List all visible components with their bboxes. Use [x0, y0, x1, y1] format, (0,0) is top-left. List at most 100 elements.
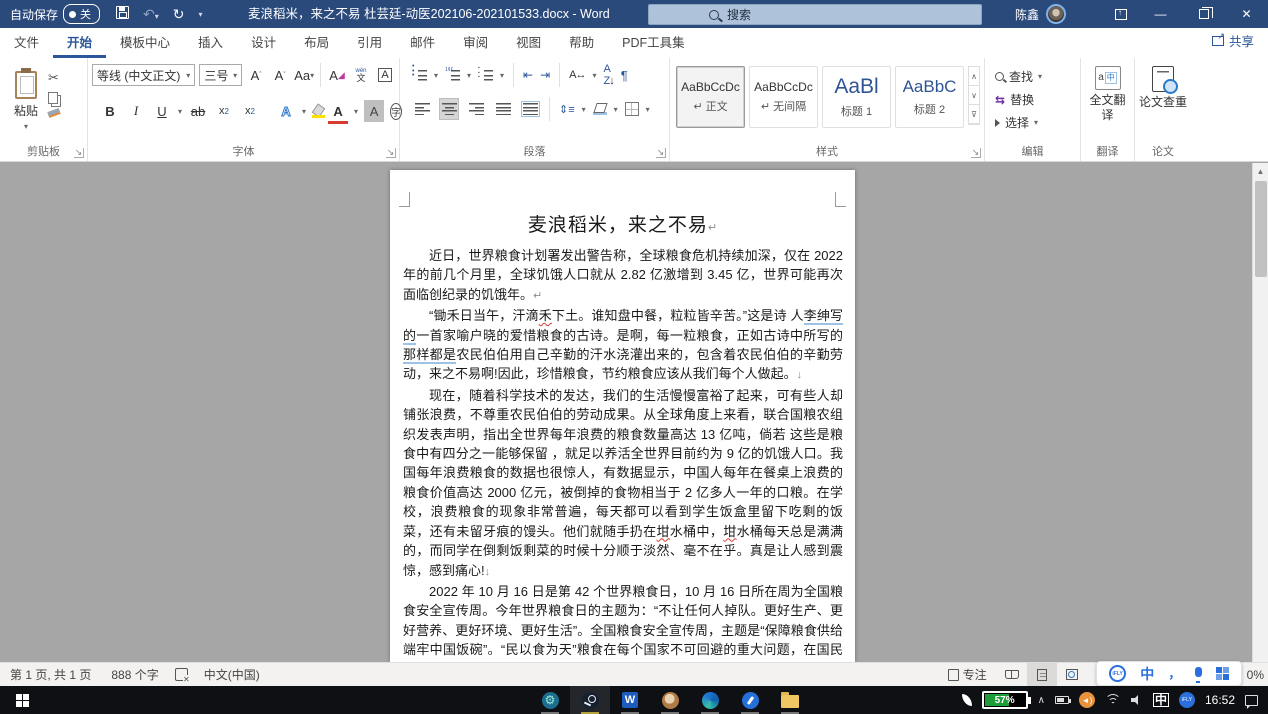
format-painter-icon[interactable]	[47, 108, 60, 118]
tab-PDF工具集[interactable]: PDF工具集	[608, 28, 699, 58]
ifly-logo-icon[interactable]: iFLY	[1109, 665, 1126, 682]
ribbon-display-options-button[interactable]	[1103, 0, 1139, 28]
clear-formatting-button[interactable]: A◢	[327, 64, 347, 86]
select-button[interactable]: 选择▾	[995, 114, 1076, 131]
font-color-button[interactable]: A	[328, 100, 348, 122]
borders-icon[interactable]	[625, 102, 639, 116]
taskbar-gear-app[interactable]: ⚙	[530, 686, 570, 714]
styles-more-icon[interactable]: ⊽	[969, 105, 979, 124]
tab-帮助[interactable]: 帮助	[555, 28, 608, 58]
asian-layout-icon[interactable]: A↔	[569, 69, 585, 81]
save-icon[interactable]	[116, 6, 129, 22]
ime-punctuation-toggle[interactable]: ，	[1168, 665, 1180, 682]
tray-expand-icon[interactable]: ∧	[1038, 695, 1045, 706]
focus-button[interactable]: 专注	[938, 666, 997, 683]
tab-邮件[interactable]: 邮件	[396, 28, 449, 58]
scrollbar-thumb[interactable]	[1255, 181, 1267, 277]
subscript-button[interactable]: x2	[214, 100, 234, 122]
tab-视图[interactable]: 视图	[502, 28, 555, 58]
ime-tray-language[interactable]: 中	[1153, 693, 1169, 707]
undo-icon[interactable]: ↶▾	[143, 6, 159, 23]
align-left-icon[interactable]	[412, 98, 432, 120]
increase-indent-icon[interactable]: ⇥	[540, 68, 550, 82]
style-card[interactable]: AaBbC标题 2	[895, 66, 964, 128]
taskbar-avatar-app[interactable]	[650, 686, 690, 714]
tab-审阅[interactable]: 审阅	[449, 28, 502, 58]
notification-center-icon[interactable]	[1245, 695, 1258, 706]
page-indicator[interactable]: 第 1 页, 共 1 页	[0, 666, 101, 683]
paragraph[interactable]: 近日，世界粮食计划署发出警告称，全球粮食危机持续加深，仅在 2022 年的前几个…	[403, 246, 843, 306]
sort-icon[interactable]: AZ↓	[604, 63, 614, 87]
style-card[interactable]: AaBl标题 1	[822, 66, 891, 128]
scroll-up-icon[interactable]: ▲	[1253, 163, 1268, 179]
qat-customize-icon[interactable]: ▾	[199, 10, 203, 19]
tab-插入[interactable]: 插入	[184, 28, 237, 58]
redo-icon[interactable]: ↻	[173, 6, 185, 23]
text-effects-button[interactable]: A	[276, 100, 296, 122]
strikethrough-button[interactable]: ab	[188, 100, 208, 122]
superscript-button[interactable]: x2	[240, 100, 260, 122]
account-chip[interactable]: 陈鑫	[1015, 0, 1066, 28]
tab-设计[interactable]: 设计	[237, 28, 290, 58]
power-icon[interactable]	[1055, 696, 1069, 704]
tab-布局[interactable]: 布局	[290, 28, 343, 58]
font-dialog-launcher[interactable]: ↘	[386, 148, 396, 158]
style-card[interactable]: AaBbCcDc↵ 正文	[676, 66, 745, 128]
tab-文件[interactable]: 文件	[0, 28, 53, 58]
print-layout-button[interactable]	[1027, 663, 1057, 687]
grow-font-button[interactable]: Aˆ	[246, 64, 266, 86]
bullets-icon[interactable]	[412, 69, 427, 81]
paragraph[interactable]: “锄禾日当午，汗滴禾下土。谁知盘中餐，粒粒皆辛苦。”这是诗 人李绅写的一首家喻户…	[403, 306, 843, 386]
minimize-button[interactable]: —	[1139, 0, 1182, 28]
replace-button[interactable]: ⇆替换	[995, 91, 1076, 108]
find-button[interactable]: 查找▾	[995, 68, 1076, 85]
line-spacing-icon[interactable]: ⇕≡	[559, 103, 575, 116]
language-indicator[interactable]: 中文(中国)	[194, 666, 270, 683]
word-count[interactable]: 888 个字	[101, 666, 168, 683]
clock[interactable]: 16:52	[1205, 693, 1235, 707]
styles-up-icon[interactable]: ∧	[969, 67, 979, 86]
shrink-font-button[interactable]: Aˇ	[270, 64, 290, 86]
web-layout-button[interactable]	[1057, 663, 1087, 687]
font-name-combo[interactable]: 等线 (中文正文)▾	[92, 64, 195, 86]
cut-icon[interactable]: ✂	[48, 70, 60, 86]
character-shading-button[interactable]: A	[364, 100, 384, 122]
clipboard-dialog-launcher[interactable]: ↘	[74, 148, 84, 158]
read-mode-button[interactable]	[997, 663, 1027, 687]
styles-down-icon[interactable]: ∨	[969, 86, 979, 105]
copy-icon[interactable]	[48, 92, 58, 104]
show-marks-icon[interactable]: ¶	[621, 68, 628, 83]
tab-开始[interactable]: 开始	[53, 28, 106, 58]
bold-button[interactable]: B	[100, 100, 120, 122]
paragraph[interactable]: 现在，随着科学技术的发达，我们的生活慢慢富裕了起来，可有些人却铺张浪费，不尊重农…	[403, 386, 843, 582]
shading-icon[interactable]	[593, 103, 607, 115]
distribute-icon[interactable]	[520, 98, 540, 120]
taskbar-word-app[interactable]: W	[610, 686, 650, 714]
ime-menu-icon[interactable]	[1216, 667, 1229, 680]
align-center-icon[interactable]	[439, 98, 459, 120]
volume-icon[interactable]	[1131, 695, 1143, 705]
search-box[interactable]: 搜索	[648, 4, 982, 25]
vertical-scrollbar[interactable]: ▲	[1252, 163, 1268, 662]
start-button[interactable]	[0, 686, 44, 714]
ime-language-toggle[interactable]: 中	[1140, 664, 1154, 684]
wifi-icon[interactable]	[1105, 694, 1121, 706]
ime-floating-bar[interactable]: iFLY 中 ，	[1096, 661, 1242, 686]
paste-button[interactable]: 粘贴 ▾	[4, 62, 48, 140]
paragraph-dialog-launcher[interactable]: ↘	[656, 148, 666, 158]
paragraph[interactable]: 2022 年 10 月 16 日是第 42 个世界粮食日，10 月 16 日所在…	[403, 582, 843, 662]
change-case-button[interactable]: Aa▾	[294, 64, 314, 86]
document-page[interactable]: 麦浪稻米，来之不易↵ 近日，世界粮食计划署发出警告称，全球粮食危机持续加深，仅在…	[390, 170, 855, 662]
justify-icon[interactable]	[493, 98, 513, 120]
phonetic-guide-button[interactable]: wén文	[351, 64, 371, 86]
taskbar-steam-app[interactable]	[570, 686, 610, 714]
voice-app-icon[interactable]: ◄)	[1079, 692, 1095, 708]
align-right-icon[interactable]	[466, 98, 486, 120]
battery-saver-leaf-icon[interactable]	[962, 694, 972, 706]
taskbar-explorer-app[interactable]	[770, 686, 810, 714]
taskbar-edge-app[interactable]	[690, 686, 730, 714]
ifly-tray-icon[interactable]: iFLY	[1179, 692, 1195, 708]
underline-button[interactable]: U	[152, 100, 172, 122]
proofing-icon[interactable]	[175, 668, 188, 681]
doc-heading[interactable]: 麦浪稻米，来之不易↵	[403, 210, 843, 237]
